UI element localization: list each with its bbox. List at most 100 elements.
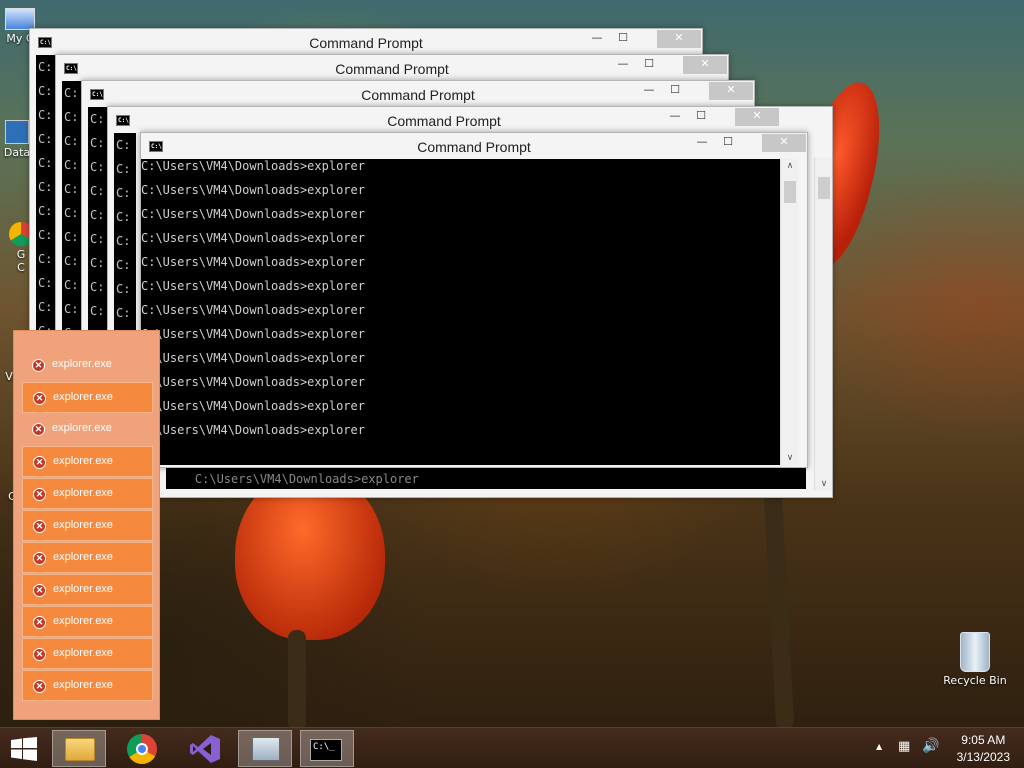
error-notification[interactable]: ✕ explorer.exe: [22, 542, 153, 573]
error-notification[interactable]: ✕ explorer.exe: [22, 510, 153, 541]
folder-icon: [65, 738, 95, 761]
desktop-icon-recycle-bin[interactable]: Recycle Bin: [940, 632, 1010, 687]
error-label: explorer.exe: [53, 455, 113, 467]
volume-icon[interactable]: 🔊: [922, 738, 939, 754]
cmd-icon: C:\_: [310, 739, 342, 761]
error-label: explorer.exe: [53, 519, 113, 531]
minimize-button[interactable]: —: [665, 108, 685, 126]
clock[interactable]: 9:05 AM 3/13/2023: [957, 733, 1010, 764]
error-notification[interactable]: ✕ explorer.exe: [22, 574, 153, 605]
error-notification-panel: ✕ explorer.exe ✕ explorer.exe ✕ explorer…: [13, 330, 160, 720]
start-button[interactable]: [0, 730, 48, 767]
console-line: C:\Users\VM4\Downloads>explorer: [141, 279, 365, 293]
scroll-thumb[interactable]: [784, 181, 796, 203]
error-notification[interactable]: ✕ explorer.exe: [22, 638, 153, 669]
maximize-button[interactable]: ☐: [691, 108, 711, 126]
clock-date: 3/13/2023: [956, 750, 1010, 764]
error-icon: ✕: [33, 552, 46, 565]
error-icon: ✕: [33, 680, 46, 693]
shortcut-icon: [5, 120, 29, 144]
system-tray: ▲ ▦ 🔊: [872, 728, 942, 768]
wallpaper-stem-right: [763, 489, 795, 731]
vertical-scrollbar[interactable]: ∧ ∨: [780, 159, 798, 465]
error-label: explorer.exe: [53, 391, 113, 403]
title-bar[interactable]: C:\ Command Prompt — ☐ ✕: [56, 55, 728, 81]
taskbar-file-explorer[interactable]: [52, 730, 106, 767]
console-output[interactable]: C:\Users\VM4\Downloads>explorer C:\Users…: [141, 159, 781, 465]
chrome-icon: [127, 734, 157, 764]
title-bar[interactable]: C:\ Command Prompt — ☐ ✕: [30, 29, 702, 55]
console-partial-line: C:\Users\VM4\Downloads>explorer: [166, 467, 806, 489]
error-icon: ✕: [33, 456, 46, 469]
error-label: explorer.exe: [52, 422, 112, 434]
console-line: C:\Users\VM4\Downloads>explorer: [141, 303, 365, 317]
error-label: explorer.exe: [53, 615, 113, 627]
minimize-button[interactable]: —: [613, 56, 633, 74]
console-line: C:\Users\VM4\Downloads>explorer: [141, 207, 365, 221]
taskbar-chrome[interactable]: [116, 730, 170, 767]
error-icon: ✕: [33, 488, 46, 501]
taskbar-command-prompt[interactable]: C:\_: [300, 730, 354, 767]
error-notification[interactable]: ✕ explorer.exe: [22, 478, 153, 509]
close-button[interactable]: ✕: [762, 134, 806, 152]
maximize-button[interactable]: ☐: [665, 82, 685, 100]
maximize-button[interactable]: ☐: [639, 56, 659, 74]
error-label: explorer.exe: [53, 487, 113, 499]
scroll-down-arrow[interactable]: ∨: [815, 479, 833, 489]
close-button[interactable]: ✕: [709, 82, 753, 100]
error-label: explorer.exe: [53, 551, 113, 563]
show-hidden-icons-icon[interactable]: ▲: [876, 742, 882, 751]
vertical-scrollbar[interactable]: ∨: [814, 157, 832, 491]
error-icon: ✕: [33, 392, 46, 405]
console-line: C:\Users\VM4\Downloads>explorer: [141, 351, 365, 365]
taskbar: C:\_ ▲ ▦ 🔊 9:05 AM 3/13/2023: [0, 727, 1024, 768]
error-notification[interactable]: ✕ explorer.exe: [22, 446, 153, 477]
error-icon: ✕: [33, 520, 46, 533]
console-line: C:\Users\VM4\Downloads>explorer: [141, 231, 365, 245]
error-icon: ✕: [32, 359, 45, 372]
error-label: explorer.exe: [53, 647, 113, 659]
title-bar[interactable]: C:\ Command Prompt — ☐ ✕: [82, 81, 754, 107]
close-button[interactable]: ✕: [657, 30, 701, 48]
error-notification[interactable]: ✕ explorer.exe: [22, 382, 153, 413]
console-line: C:\Users\VM4\Downloads>explorer: [141, 399, 365, 413]
visual-studio-icon: [190, 735, 220, 763]
error-icon: ✕: [33, 584, 46, 597]
console-line: C:\Users\VM4\Downloads>explorer: [141, 255, 365, 269]
error-label: explorer.exe: [52, 358, 112, 370]
console-line: C:\Users\VM4\Downloads>explorer: [141, 327, 365, 341]
close-button[interactable]: ✕: [735, 108, 779, 126]
error-notification[interactable]: ✕ explorer.exe: [22, 414, 153, 445]
error-notification[interactable]: ✕ explorer.exe: [22, 670, 153, 701]
wallpaper-stem-center: [288, 630, 306, 730]
error-notification[interactable]: ✕ explorer.exe: [22, 350, 153, 381]
minimize-button[interactable]: —: [587, 30, 607, 48]
recycle-bin-icon: [960, 632, 990, 672]
close-button[interactable]: ✕: [683, 56, 727, 74]
windows-logo-icon: [11, 737, 37, 761]
title-bar[interactable]: C:\ Command Prompt — ☐ ✕: [141, 133, 807, 159]
network-icon[interactable]: ▦: [898, 739, 910, 754]
taskbar-resource-monitor[interactable]: [238, 730, 292, 767]
maximize-button[interactable]: ☐: [718, 134, 738, 152]
console-line: C:\Users\VM4\Downloads>explorer: [141, 183, 365, 197]
title-bar[interactable]: C:\ Command Prompt — ☐ ✕: [108, 107, 832, 133]
error-label: explorer.exe: [53, 583, 113, 595]
minimize-button[interactable]: —: [692, 134, 712, 152]
error-icon: ✕: [33, 616, 46, 629]
error-notification[interactable]: ✕ explorer.exe: [22, 606, 153, 637]
computer-icon: [5, 8, 35, 30]
error-icon: ✕: [33, 648, 46, 661]
clock-time: 9:05 AM: [961, 733, 1006, 747]
scroll-thumb[interactable]: [818, 177, 830, 199]
console-line: C:\Users\VM4\Downloads>explorer: [141, 159, 365, 173]
console-line: C:\Users\VM4\Downloads>explorer: [141, 375, 365, 389]
taskbar-visual-studio[interactable]: [178, 730, 232, 767]
scroll-up-arrow[interactable]: ∧: [781, 161, 799, 171]
minimize-button[interactable]: —: [639, 82, 659, 100]
cmd-window-5[interactable]: C:\ Command Prompt — ☐ ✕ C:\Users\VM4\Do…: [140, 132, 808, 468]
maximize-button[interactable]: ☐: [613, 30, 633, 48]
scroll-down-arrow[interactable]: ∨: [781, 453, 799, 463]
error-icon: ✕: [32, 423, 45, 436]
console-line: C:\Users\VM4\Downloads>explorer: [141, 423, 365, 437]
